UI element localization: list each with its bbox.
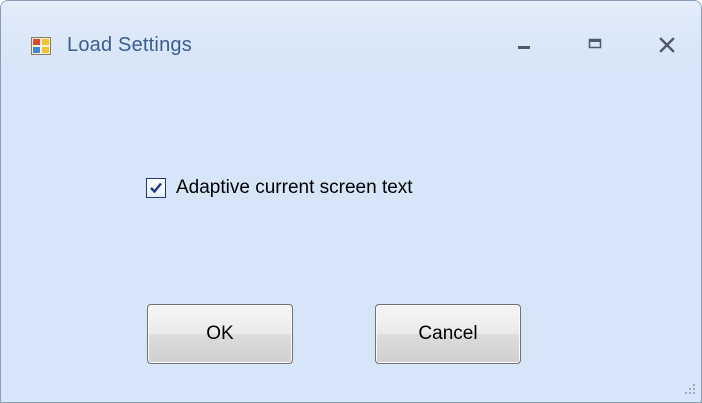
window-title: Load Settings [67,34,192,56]
load-settings-window: Load Settings Adaptive current screen te… [0,0,702,403]
minimize-button[interactable] [504,31,544,61]
cancel-button[interactable]: Cancel [375,304,521,364]
title-bar[interactable]: Load Settings [1,1,701,73]
dialog-content: Adaptive current screen text OK Cancel [9,73,693,391]
adaptive-text-checkbox-row[interactable]: Adaptive current screen text [146,174,413,202]
checkmark-icon [150,182,162,194]
close-icon [659,37,675,53]
adaptive-text-label: Adaptive current screen text [176,177,413,198]
close-button[interactable] [647,31,687,61]
ok-button[interactable]: OK [147,304,293,364]
window-app-icon[interactable] [31,37,51,55]
adaptive-text-checkbox[interactable] [146,178,166,198]
minimize-icon [518,46,530,49]
maximize-icon [588,38,602,49]
maximize-button[interactable] [575,31,615,61]
resize-grip[interactable] [683,382,697,396]
